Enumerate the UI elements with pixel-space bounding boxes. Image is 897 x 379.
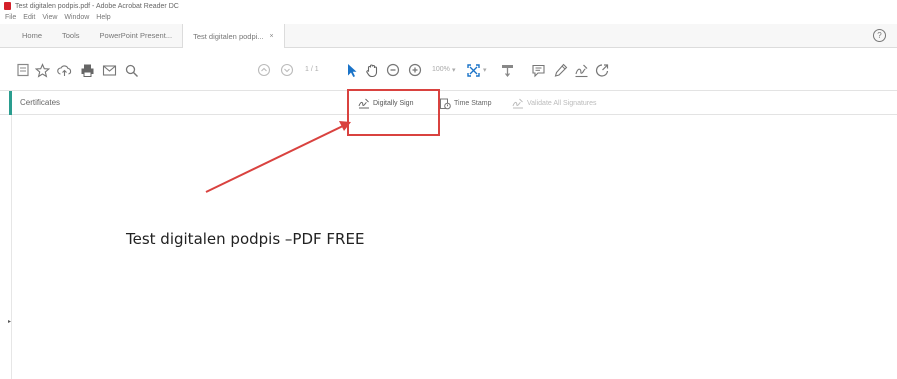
share-icon[interactable]	[595, 62, 610, 78]
tab-tools[interactable]: Tools	[52, 24, 90, 48]
page-indicator[interactable]: 1 / 1	[305, 66, 319, 73]
tab-home-label: Home	[22, 31, 43, 40]
zoom-in-icon[interactable]	[408, 62, 422, 78]
menu-edit[interactable]: Edit	[23, 14, 35, 21]
tab-tools-label: Tools	[62, 31, 80, 40]
help-icon[interactable]: ?	[873, 29, 886, 42]
tab-home[interactable]: Home	[12, 24, 52, 48]
mail-icon[interactable]	[102, 62, 117, 78]
acrobat-app-icon	[4, 2, 11, 10]
left-navigation-rail	[0, 115, 12, 379]
time-stamp-button[interactable]: Time Stamp	[439, 97, 491, 110]
certificates-bar: Certificates Digitally Sign Time Stamp V…	[0, 91, 897, 115]
tab-powerpoint[interactable]: PowerPoint Present...	[90, 24, 183, 48]
menu-window[interactable]: Window	[64, 14, 89, 21]
toolbar: 1 / 1 100% ▾ ▾	[0, 49, 897, 91]
tab-document-label: Test digitalen podpi...	[193, 31, 264, 41]
select-cursor-icon[interactable]	[346, 62, 358, 78]
menu-help[interactable]: Help	[96, 14, 110, 21]
tab-document[interactable]: Test digitalen podpi... ×	[182, 24, 285, 48]
certificates-title: Certificates	[20, 98, 61, 107]
close-icon[interactable]: ×	[270, 33, 274, 40]
document-clock-icon	[439, 98, 451, 110]
create-pdf-icon[interactable]	[16, 62, 30, 78]
annotation-highlight-box	[347, 89, 440, 136]
upload-cloud-icon[interactable]	[57, 62, 72, 78]
validate-signatures-label: Validate All Signatures	[527, 100, 597, 107]
zoom-out-icon[interactable]	[386, 62, 400, 78]
tool-pane-accent	[9, 91, 12, 115]
tab-powerpoint-label: PowerPoint Present...	[99, 31, 173, 40]
sign-pen-icon[interactable]	[574, 62, 589, 78]
sign-pen-icon	[512, 98, 524, 109]
print-icon[interactable]	[80, 62, 95, 78]
menu-file[interactable]: File	[5, 14, 16, 21]
expand-panel-arrow-icon[interactable]: ▸	[8, 318, 11, 325]
highlight-pen-icon[interactable]	[553, 62, 568, 78]
fit-page-icon[interactable]	[466, 62, 481, 78]
scroll-mode-icon[interactable]	[500, 62, 515, 78]
fit-page-dropdown-chevron-icon[interactable]: ▾	[483, 66, 487, 74]
star-icon[interactable]	[35, 62, 50, 78]
hand-tool-icon[interactable]	[365, 62, 379, 78]
tab-bar: Home Tools PowerPoint Present... Test di…	[0, 24, 897, 48]
zoom-dropdown-chevron-icon[interactable]: ▾	[452, 66, 456, 74]
zoom-level[interactable]: 100%	[432, 66, 450, 73]
validate-signatures-button[interactable]: Validate All Signatures	[512, 97, 597, 110]
page-up-icon[interactable]	[257, 62, 271, 78]
time-stamp-label: Time Stamp	[454, 100, 492, 107]
annotation-text: Test digitalen podpis –PDF FREE	[126, 230, 365, 248]
window-title: Test digitalen podpis.pdf - Adobe Acroba…	[15, 2, 179, 10]
comment-icon[interactable]	[531, 62, 546, 78]
search-icon[interactable]	[124, 62, 139, 78]
menu-bar: File Edit View Window Help	[0, 11, 118, 24]
menu-view[interactable]: View	[42, 14, 57, 21]
page-down-icon[interactable]	[280, 62, 294, 78]
title-bar: Test digitalen podpis.pdf - Adobe Acroba…	[0, 0, 897, 12]
